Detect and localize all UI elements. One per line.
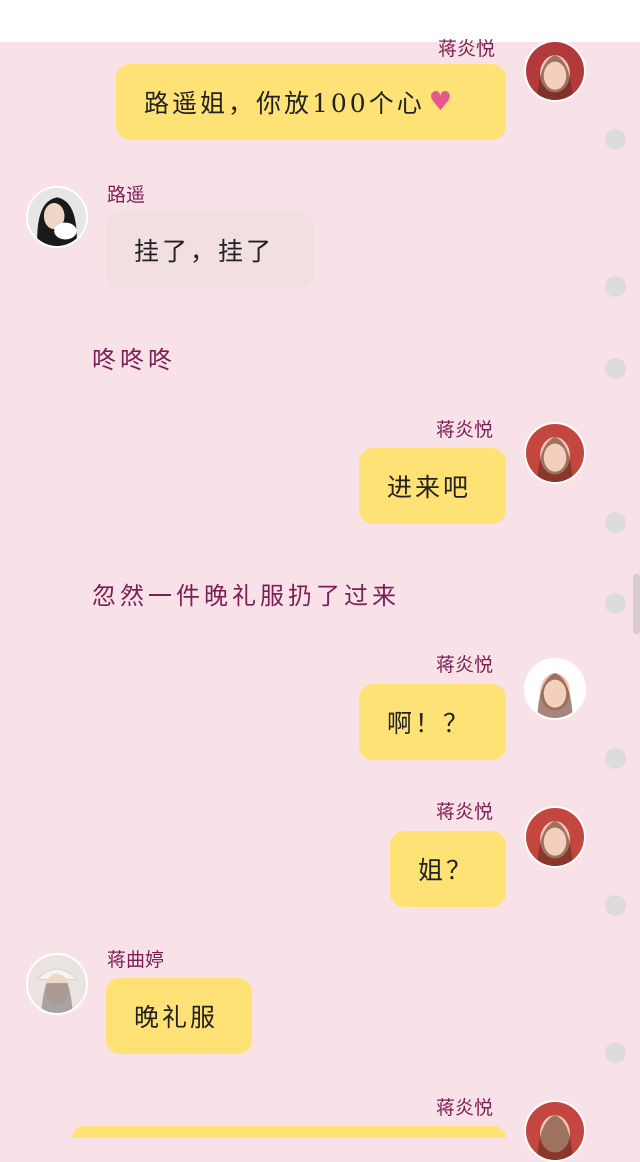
scrollbar[interactable] [633,574,640,634]
message-bubble[interactable] [72,1126,506,1138]
message-text: 路遥姐，你放100个心 [144,89,425,118]
message-bubble[interactable]: 姐？ [390,831,506,907]
message-text: 啊！？ [387,709,472,738]
select-dot[interactable] [605,129,626,150]
heart-icon: ♥ [428,87,453,117]
select-dot[interactable] [605,1042,626,1063]
select-dot[interactable] [605,593,626,614]
sender-name: 蒋曲婷 [107,949,165,971]
select-dot[interactable] [605,895,626,916]
narration-text: 忽然一件晚礼服扔了过来 [92,582,400,610]
message-text: 姐？ [418,856,475,885]
sender-name: 蒋炎悦 [436,801,494,823]
avatar-jiangyanyue[interactable] [524,40,586,102]
avatar-jiangquting[interactable] [26,953,88,1015]
message-text: 挂了，挂了 [134,237,275,266]
message-bubble[interactable]: 挂了，挂了 [106,212,314,288]
sender-name: 路遥 [107,184,146,206]
message-bubble[interactable]: 晚礼服 [106,978,252,1054]
message-bubble[interactable]: 路遥姐，你放100个心 ♥ [116,64,506,140]
select-dot[interactable] [605,748,626,769]
sender-name: 蒋炎悦 [436,1097,494,1119]
message-text: 晚礼服 [134,1003,219,1032]
top-bar [0,0,640,42]
sender-name: 蒋炎悦 [438,38,496,60]
avatar-jiangyanyue[interactable] [524,422,586,484]
message-bubble[interactable]: 进来吧 [359,448,506,524]
narration-text: 咚咚咚 [92,346,176,374]
avatar-luyao[interactable] [26,186,88,248]
avatar-jiangyanyue[interactable] [524,1100,586,1162]
avatar-jiangyanyue[interactable] [524,806,586,868]
message-bubble[interactable]: 啊！？ [359,684,506,760]
message-text: 进来吧 [387,473,472,502]
sender-name: 蒋炎悦 [436,419,494,441]
select-dot[interactable] [605,276,626,297]
select-dot[interactable] [605,358,626,379]
sender-name: 蒋炎悦 [436,654,494,676]
select-dot[interactable] [605,512,626,533]
avatar-jiangyanyue[interactable] [524,658,586,720]
